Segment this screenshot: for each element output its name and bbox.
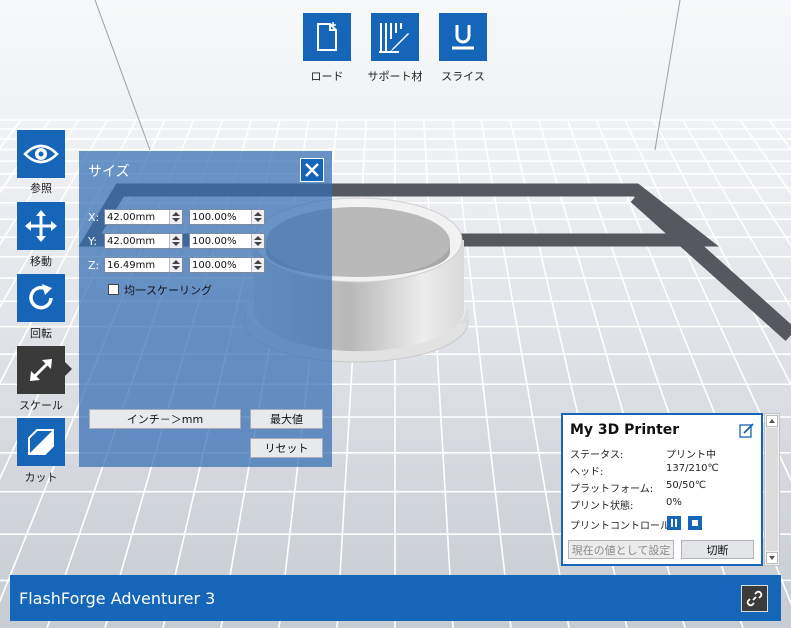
z-percent-stepper[interactable] <box>251 258 264 272</box>
x-axis-label: X: <box>88 211 100 224</box>
printer-status-panel: My 3D Printer ステータス: プリント中 ヘッド: 137/210℃… <box>561 413 763 566</box>
print-progress-label: プリント状態: <box>570 501 634 512</box>
rotate-label: 回転 <box>30 327 52 340</box>
link-icon <box>746 590 763 607</box>
status-label: ステータス: <box>570 450 624 461</box>
load-label: ロード <box>310 70 344 83</box>
z-percent-input[interactable] <box>190 258 253 272</box>
y-size-input[interactable] <box>105 234 171 248</box>
set-current-button[interactable]: 現在の値として設定 <box>568 540 674 559</box>
scale-button[interactable] <box>17 346 65 394</box>
x-size-field[interactable] <box>104 209 183 225</box>
pause-button[interactable] <box>667 516 681 530</box>
printer-name: My 3D Printer <box>570 422 680 438</box>
x-size-stepper[interactable] <box>169 210 182 224</box>
printer-list-scrollbar[interactable] <box>764 413 780 566</box>
cut-label: カット <box>24 471 58 484</box>
move-arrows-icon <box>25 210 57 242</box>
max-size-button[interactable]: 最大値 <box>250 409 323 429</box>
z-size-field[interactable] <box>104 257 183 273</box>
rotate-icon <box>29 284 53 310</box>
support-button[interactable] <box>371 13 419 61</box>
slice-button[interactable] <box>439 13 487 61</box>
z-size-input[interactable] <box>105 258 171 272</box>
x-size-input[interactable] <box>105 210 171 224</box>
y-percent-input[interactable] <box>190 234 253 248</box>
stop-icon <box>692 520 698 526</box>
pause-icon <box>671 519 677 527</box>
print-control-label: プリントコントロール: <box>570 521 674 532</box>
connect-button[interactable] <box>741 585 768 612</box>
scroll-down-button[interactable] <box>766 552 778 564</box>
load-button[interactable] <box>303 13 351 61</box>
cut-button[interactable] <box>17 418 65 466</box>
platform-temp-value: 50/50℃ <box>666 480 707 491</box>
z-percent-field[interactable] <box>189 257 265 273</box>
uniform-scaling-checkbox[interactable] <box>108 284 119 295</box>
head-temp-label: ヘッド: <box>570 467 604 478</box>
cut-icon <box>28 429 54 455</box>
scale-label: スケール <box>19 399 63 412</box>
y-size-field[interactable] <box>104 233 183 249</box>
z-axis-label: Z: <box>88 259 100 272</box>
z-size-stepper[interactable] <box>169 258 182 272</box>
status-value: プリント中 <box>666 450 716 461</box>
view-button[interactable] <box>17 130 65 178</box>
file-plus-icon <box>317 22 337 51</box>
support-label: サポート材 <box>367 70 423 83</box>
printer-model-name: FlashForge Adventurer 3 <box>19 589 216 608</box>
x-percent-input[interactable] <box>190 210 253 224</box>
y-percent-stepper[interactable] <box>251 234 264 248</box>
y-size-stepper[interactable] <box>169 234 182 248</box>
x-percent-field[interactable] <box>189 209 265 225</box>
scroll-up-button[interactable] <box>766 415 778 427</box>
rotate-button[interactable] <box>17 274 65 322</box>
print-progress-value: 0% <box>666 497 682 508</box>
close-icon <box>305 163 319 177</box>
head-temp-value: 137/210℃ <box>666 463 719 474</box>
printer-bar: FlashForge Adventurer 3 <box>10 575 781 621</box>
view-label: 参照 <box>30 182 52 195</box>
active-tool-indicator <box>65 362 72 376</box>
scale-arrow-icon <box>30 359 52 381</box>
platform-temp-label: プラットフォーム: <box>570 484 654 495</box>
y-axis-label: Y: <box>88 235 97 248</box>
move-button[interactable] <box>17 202 65 250</box>
close-button[interactable] <box>300 158 324 182</box>
size-panel: サイズ X: Y: Z: 均一スケーリング インチ－＞mm 最大値 リセット <box>79 151 332 467</box>
edit-icon[interactable] <box>739 423 754 438</box>
slice-label: スライス <box>441 70 485 83</box>
move-label: 移動 <box>30 255 52 268</box>
eye-icon <box>23 144 59 164</box>
support-pencil-icon <box>379 23 409 53</box>
stop-button[interactable] <box>688 516 702 530</box>
uniform-scaling-label: 均一スケーリング <box>124 284 212 297</box>
x-percent-stepper[interactable] <box>251 210 264 224</box>
size-panel-title: サイズ <box>88 164 130 180</box>
disconnect-button[interactable]: 切断 <box>681 540 754 559</box>
reset-button[interactable]: リセット <box>250 438 323 458</box>
slice-icon <box>452 25 474 50</box>
scroll-thumb[interactable] <box>766 428 778 551</box>
y-percent-field[interactable] <box>189 233 265 249</box>
inch-to-mm-button[interactable]: インチ－＞mm <box>89 409 241 429</box>
